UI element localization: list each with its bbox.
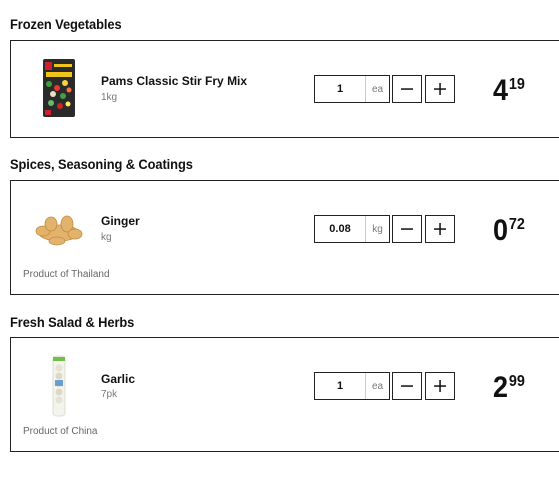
garlic-pack-icon[interactable]: [29, 354, 89, 418]
price-cents: 72: [508, 216, 525, 233]
product-name[interactable]: Ginger: [101, 214, 140, 228]
quantity-field[interactable]: 1 ea: [314, 372, 390, 400]
product-unit: 1kg: [101, 92, 118, 103]
ginger-root-icon[interactable]: [29, 197, 89, 261]
price-dollars: 0: [493, 214, 509, 247]
price-dollars: 2: [493, 371, 509, 404]
product-name[interactable]: Garlic: [101, 372, 135, 386]
frozen-veg-bag-icon[interactable]: [29, 56, 89, 120]
minus-icon: [401, 88, 413, 90]
price: 4 19: [493, 76, 525, 106]
product-unit: 7pk: [101, 389, 118, 400]
quantity-field[interactable]: 0.08 kg: [314, 215, 390, 243]
price-dollars: 4: [493, 74, 509, 107]
plus-icon: [434, 83, 446, 95]
quantity-value[interactable]: 0.08: [315, 216, 366, 242]
price-cents: 19: [508, 76, 525, 93]
decrease-quantity-button[interactable]: [392, 372, 422, 400]
decrease-quantity-button[interactable]: [392, 75, 422, 103]
price: 0 72: [493, 216, 525, 246]
minus-icon: [401, 385, 413, 387]
product-name[interactable]: Pams Classic Stir Fry Mix: [101, 74, 247, 88]
price: 2 99: [493, 373, 525, 403]
quantity-unit: ea: [371, 380, 384, 392]
decrease-quantity-button[interactable]: [392, 215, 422, 243]
price-cents: 99: [508, 373, 525, 390]
quantity-unit: ea: [371, 83, 384, 95]
product-card: Pams Classic Stir Fry Mix 1kg 1 ea 4 19: [10, 40, 559, 138]
section-title-fresh-salad-herbs: Fresh Salad & Herbs: [10, 314, 135, 330]
product-origin: Product of China: [23, 426, 98, 437]
quantity-unit: kg: [372, 223, 383, 235]
product-origin: Product of Thailand: [23, 269, 110, 280]
product-unit: kg: [101, 232, 112, 243]
quantity-field[interactable]: 1 ea: [314, 75, 390, 103]
section-title-spices: Spices, Seasoning & Coatings: [10, 156, 193, 172]
plus-icon: [434, 380, 446, 392]
increase-quantity-button[interactable]: [425, 215, 455, 243]
quantity-value[interactable]: 1: [315, 76, 366, 102]
quantity-value[interactable]: 1: [315, 373, 366, 399]
product-card: Garlic 7pk Product of China 1 ea 2 99: [10, 337, 559, 452]
increase-quantity-button[interactable]: [425, 75, 455, 103]
product-card: Ginger kg Product of Thailand 0.08 kg 0 …: [10, 180, 559, 295]
plus-icon: [434, 223, 446, 235]
minus-icon: [401, 228, 413, 230]
increase-quantity-button[interactable]: [425, 372, 455, 400]
section-title-frozen-vegetables: Frozen Vegetables: [10, 16, 122, 32]
